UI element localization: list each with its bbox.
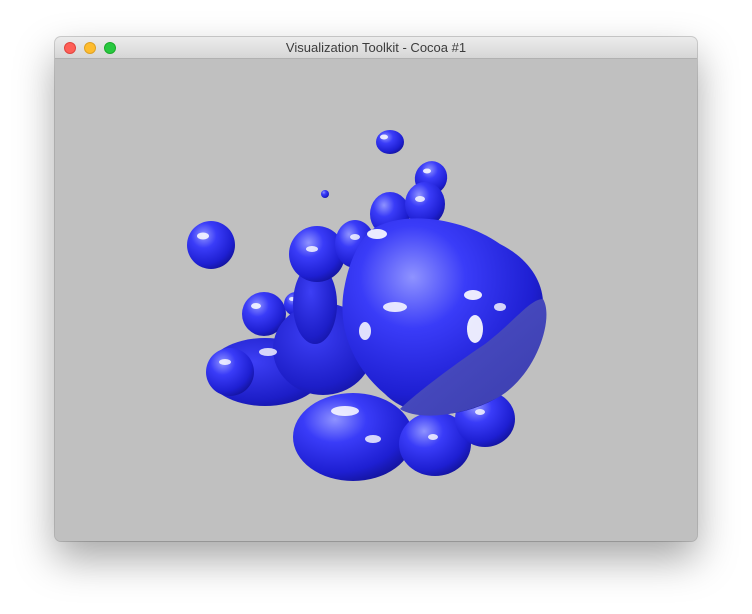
blob-top-1 — [376, 130, 404, 154]
blob-tiny — [321, 190, 329, 198]
render-viewport[interactable] — [55, 59, 697, 541]
isosurface-render — [187, 130, 547, 481]
title-bar[interactable]: Visualization Toolkit - Cocoa #1 — [55, 37, 697, 59]
window-title: Visualization Toolkit - Cocoa #1 — [285, 40, 467, 55]
blob-left-1 — [187, 221, 235, 269]
vtk-window: Visualization Toolkit - Cocoa #1 — [55, 37, 697, 541]
